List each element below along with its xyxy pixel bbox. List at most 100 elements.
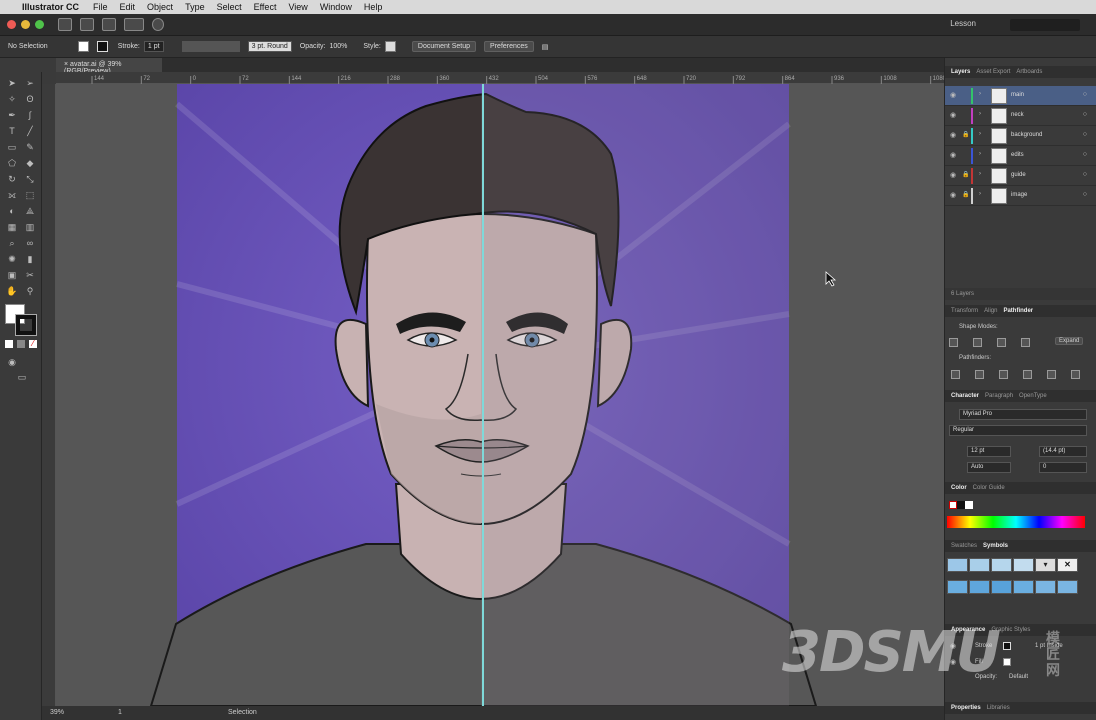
menu-file[interactable]: File: [93, 2, 108, 12]
rectangle-tool-icon[interactable]: ▭: [6, 142, 18, 152]
symbol-calendar[interactable]: [947, 580, 968, 594]
exclude-icon[interactable]: [1021, 338, 1030, 347]
lasso-tool-icon[interactable]: ʘ: [24, 94, 36, 104]
layer-row-guide[interactable]: ◉ 🔒 › guide ○: [945, 166, 1096, 186]
stroke-color-box[interactable]: [15, 314, 37, 336]
tab-asset-export[interactable]: Asset Export: [976, 69, 1010, 75]
workspace-switcher[interactable]: Lesson: [950, 19, 976, 28]
eye-icon[interactable]: ◉: [950, 191, 956, 199]
menu-type[interactable]: Type: [185, 2, 205, 12]
symbol-list[interactable]: [1035, 580, 1056, 594]
crop-icon[interactable]: [1023, 370, 1032, 379]
menu-window[interactable]: Window: [320, 2, 352, 12]
canvas-area[interactable]: [56, 84, 944, 706]
close-window-icon[interactable]: [7, 20, 16, 29]
color-spectrum[interactable]: [947, 516, 1085, 528]
direct-selection-tool-icon[interactable]: ➢: [24, 78, 36, 88]
paintbrush-tool-icon[interactable]: ✎: [24, 142, 36, 152]
symbol-3[interactable]: [991, 558, 1012, 572]
shaper-tool-icon[interactable]: ⬠: [6, 158, 18, 168]
menu-object[interactable]: Object: [147, 2, 173, 12]
merge-icon[interactable]: [999, 370, 1008, 379]
rotate-tool-icon[interactable]: ↻: [6, 174, 18, 184]
magic-wand-tool-icon[interactable]: ✧: [6, 94, 18, 104]
minus-back-icon[interactable]: [1071, 370, 1080, 379]
width-tool-icon[interactable]: ⟗: [6, 190, 18, 200]
layer-row-main[interactable]: ◉ › main ○: [945, 86, 1096, 106]
eye-icon[interactable]: ◉: [950, 171, 956, 179]
arrange-icon[interactable]: ▤: [542, 43, 549, 51]
eye-icon[interactable]: ◉: [950, 91, 956, 99]
black-color-swatch[interactable]: [957, 501, 965, 509]
bridge-icon[interactable]: [80, 18, 94, 31]
target-icon[interactable]: ○: [1083, 191, 1087, 198]
layer-row-neck[interactable]: ◉ › neck ○: [945, 106, 1096, 126]
eye-icon[interactable]: ◉: [950, 111, 956, 119]
stroke-weight-field[interactable]: 1 pt: [143, 41, 164, 52]
target-icon[interactable]: ○: [1083, 131, 1087, 138]
artboard-navigation[interactable]: 1: [118, 709, 122, 716]
chevron-right-icon[interactable]: ›: [979, 191, 981, 197]
zoom-window-icon[interactable]: [35, 20, 44, 29]
tab-transform[interactable]: Transform: [951, 308, 978, 314]
none-color-swatch[interactable]: [949, 501, 957, 509]
current-tool-status[interactable]: Selection: [228, 709, 257, 716]
symbol-search[interactable]: [1013, 580, 1034, 594]
perspective-grid-tool-icon[interactable]: ⟁: [24, 206, 36, 216]
search-stock-field[interactable]: [1010, 19, 1080, 31]
arrange-documents-icon[interactable]: [124, 18, 144, 31]
target-icon[interactable]: ○: [1083, 171, 1087, 178]
opacity-label[interactable]: Opacity:: [300, 43, 326, 50]
tab-artboards[interactable]: Artboards: [1016, 69, 1042, 75]
tab-layers[interactable]: Layers: [951, 69, 970, 75]
pen-tool-icon[interactable]: ✒: [6, 110, 18, 120]
outline-icon[interactable]: [1047, 370, 1056, 379]
divide-icon[interactable]: [951, 370, 960, 379]
tab-color[interactable]: Color: [951, 485, 967, 491]
draw-mode-icon[interactable]: ◉: [6, 357, 18, 367]
mesh-tool-icon[interactable]: ▦: [6, 222, 18, 232]
artboard-tool-icon[interactable]: ▣: [6, 270, 18, 280]
tab-swatches[interactable]: Swatches: [951, 543, 977, 549]
tab-color-guide[interactable]: Color Guide: [973, 485, 1005, 491]
layer-row-image[interactable]: ◉ 🔒 › image ○: [945, 186, 1096, 206]
selection-tool-icon[interactable]: ➤: [6, 78, 18, 88]
stock-icon[interactable]: [102, 18, 116, 31]
tracking-field[interactable]: 0: [1039, 462, 1087, 473]
font-style-select[interactable]: Regular: [949, 425, 1087, 436]
gradient-tool-icon[interactable]: ▥: [24, 222, 36, 232]
target-icon[interactable]: ○: [1083, 151, 1087, 158]
symbol-sprayer-tool-icon[interactable]: ✺: [6, 254, 18, 264]
chevron-right-icon[interactable]: ›: [979, 91, 981, 97]
vertical-ruler[interactable]: [42, 84, 56, 710]
blend-tool-icon[interactable]: ∞: [24, 238, 36, 248]
none-mode-icon[interactable]: ⁄: [29, 340, 37, 348]
color-mode-icon[interactable]: [5, 340, 13, 348]
eraser-tool-icon[interactable]: ◆: [24, 158, 36, 168]
trim-icon[interactable]: [975, 370, 984, 379]
layer-name[interactable]: main: [1011, 92, 1024, 98]
fill-swatch[interactable]: [77, 41, 89, 52]
stroke-label[interactable]: Stroke:: [118, 43, 140, 50]
layer-name[interactable]: edits: [1011, 152, 1024, 158]
chevron-down-icon[interactable]: ▾: [1035, 558, 1056, 572]
column-graph-tool-icon[interactable]: ▮: [24, 254, 36, 264]
appearance-stroke-swatch[interactable]: [1003, 642, 1011, 650]
white-color-swatch[interactable]: [965, 501, 973, 509]
font-family-select[interactable]: Myriad Pro: [959, 409, 1087, 420]
graphic-style-swatch[interactable]: [384, 41, 396, 52]
layer-name[interactable]: guide: [1011, 172, 1026, 178]
symbol-grid[interactable]: [1057, 580, 1078, 594]
zoom-tool-icon[interactable]: ⚲: [24, 286, 36, 296]
tab-libraries[interactable]: Libraries: [987, 705, 1010, 711]
stroke-swatch[interactable]: [96, 41, 108, 52]
lock-icon[interactable]: 🔒: [962, 131, 969, 138]
symbol-rss[interactable]: [991, 580, 1012, 594]
menu-view[interactable]: View: [288, 2, 307, 12]
scale-tool-icon[interactable]: ⤡: [24, 174, 36, 184]
chevron-right-icon[interactable]: ›: [979, 171, 981, 177]
preferences-button[interactable]: Preferences: [484, 41, 534, 52]
leading-field[interactable]: (14.4 pt): [1039, 446, 1087, 457]
line-tool-icon[interactable]: ╱: [24, 126, 36, 136]
expand-button[interactable]: Expand: [1055, 337, 1084, 345]
